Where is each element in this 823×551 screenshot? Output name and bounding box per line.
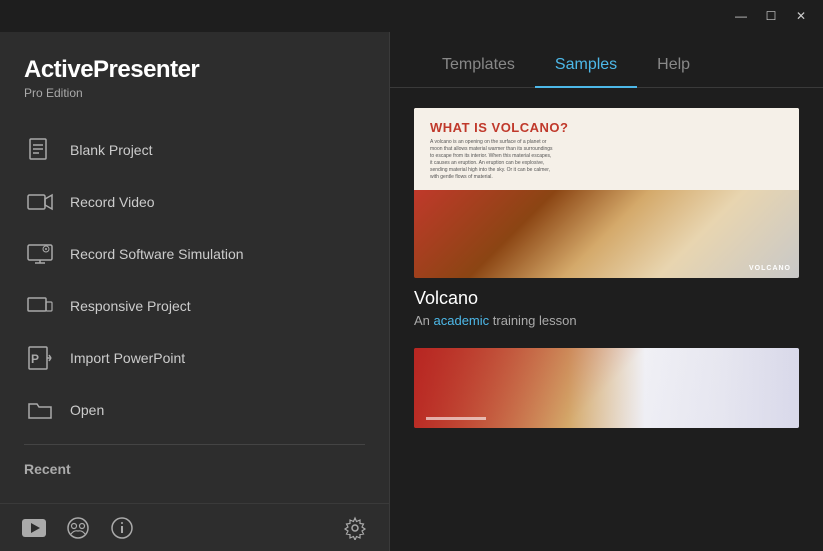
volcano-thumbnail: WHAT IS VOLCANO? A volcano is an opening…	[414, 108, 799, 278]
sidebar: ActivePresenter Pro Edition Blank Projec…	[0, 32, 390, 551]
volcano-slide-title: WHAT IS VOLCANO?	[430, 120, 783, 135]
menu-item-record-video[interactable]: Record Video	[0, 176, 389, 228]
sidebar-footer	[0, 503, 389, 551]
samples-content: WHAT IS VOLCANO? A volcano is an opening…	[390, 88, 823, 551]
volcano-image-section: VOLCANO	[414, 190, 799, 278]
menu-item-blank-project[interactable]: Blank Project	[0, 124, 389, 176]
recent-label: Recent	[24, 461, 71, 477]
menu-item-responsive-project[interactable]: Responsive Project	[0, 280, 389, 332]
menu-label-record-video: Record Video	[70, 194, 155, 210]
recent-section: Recent	[0, 453, 389, 495]
blank-project-icon	[24, 134, 56, 166]
responsive-project-icon	[24, 290, 56, 322]
menu-item-record-simulation[interactable]: Record Software Simulation	[0, 228, 389, 280]
import-powerpoint-icon: P	[24, 342, 56, 374]
menu-label-import-powerpoint: Import PowerPoint	[70, 350, 185, 366]
sidebar-divider	[24, 444, 365, 445]
main-content: ActivePresenter Pro Edition Blank Projec…	[0, 32, 823, 551]
sample2-detail	[426, 417, 486, 420]
sample2-card[interactable]	[414, 348, 799, 428]
menu-label-record-simulation: Record Software Simulation	[70, 246, 244, 262]
menu-item-import-powerpoint[interactable]: P Import PowerPoint	[0, 332, 389, 384]
sample2-overlay	[414, 348, 799, 428]
record-video-icon	[24, 186, 56, 218]
record-simulation-icon	[24, 238, 56, 270]
app-title-area: ActivePresenter Pro Edition	[0, 32, 389, 108]
minimize-button[interactable]: —	[727, 5, 755, 27]
community-icon[interactable]	[64, 514, 92, 542]
maximize-button[interactable]: ☐	[757, 5, 785, 27]
settings-icon[interactable]	[341, 514, 369, 542]
volcano-name: Volcano	[414, 288, 799, 309]
sidebar-menu: Blank Project Record Video	[0, 124, 389, 436]
volcano-header-bar: WHAT IS VOLCANO? A volcano is an opening…	[414, 108, 799, 193]
app-title: ActivePresenter	[24, 56, 365, 84]
youtube-icon[interactable]	[20, 514, 48, 542]
menu-label-open: Open	[70, 402, 104, 418]
title-bar: — ☐ ✕	[0, 0, 823, 32]
app-edition: Pro Edition	[24, 86, 365, 100]
right-panel: Templates Samples Help WHAT IS VOLCANO? …	[390, 32, 823, 551]
volcano-thumb-art: WHAT IS VOLCANO? A volcano is an opening…	[414, 108, 799, 278]
desc-highlight: academic	[434, 313, 490, 328]
menu-label-responsive-project: Responsive Project	[70, 298, 191, 314]
menu-label-blank-project: Blank Project	[70, 142, 152, 158]
sample2-thumbnail	[414, 348, 799, 428]
volcano-label: VOLCANO	[749, 265, 791, 272]
menu-item-open[interactable]: Open	[0, 384, 389, 436]
tabs-header: Templates Samples Help	[390, 32, 823, 88]
volcano-card[interactable]: WHAT IS VOLCANO? A volcano is an opening…	[414, 108, 799, 328]
tab-help[interactable]: Help	[637, 48, 710, 88]
svg-text:P: P	[31, 352, 39, 366]
volcano-description: An academic training lesson	[414, 313, 799, 328]
window-controls: — ☐ ✕	[727, 5, 815, 27]
info-icon[interactable]	[108, 514, 136, 542]
open-icon	[24, 394, 56, 426]
close-button[interactable]: ✕	[787, 5, 815, 27]
tab-samples[interactable]: Samples	[535, 48, 637, 88]
volcano-slide-body: A volcano is an opening on the surface o…	[430, 139, 783, 181]
tab-templates[interactable]: Templates	[422, 48, 535, 88]
